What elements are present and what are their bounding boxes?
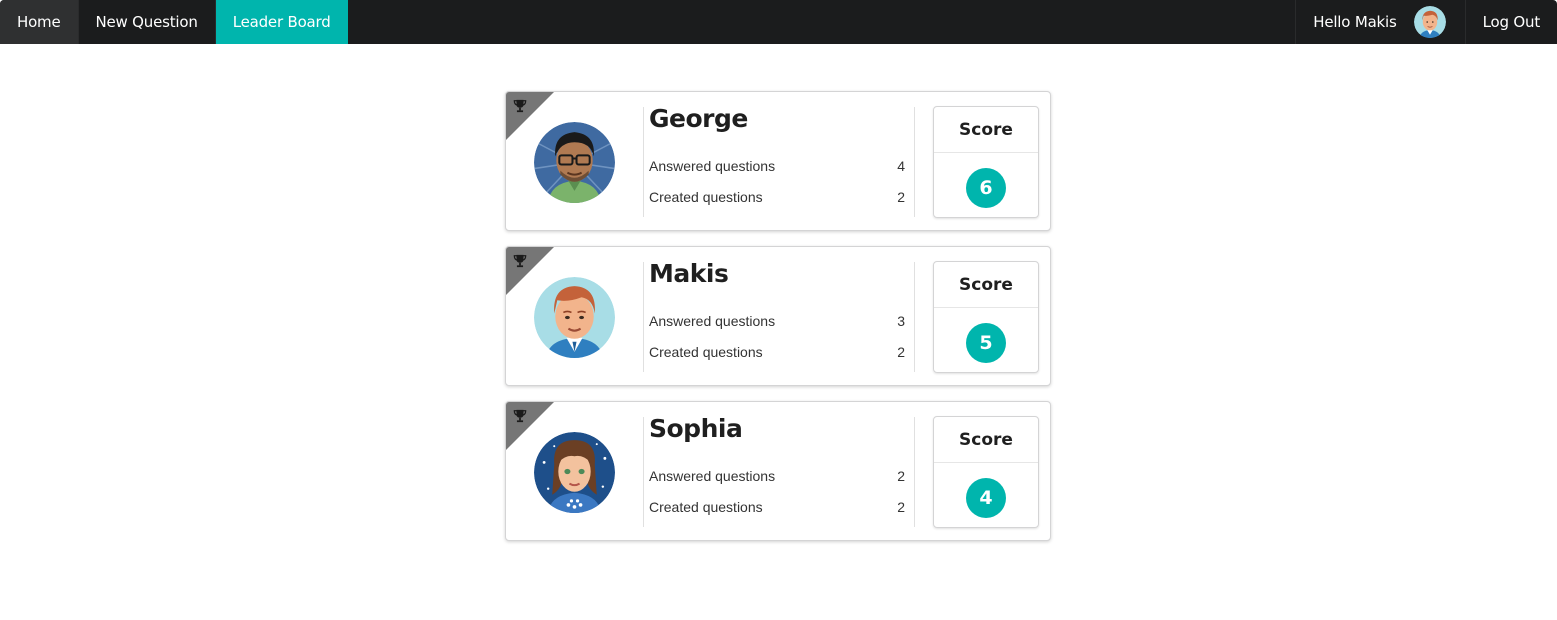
answered-questions-label: Answered questions [649,158,776,174]
created-questions-row: Created questions 2 [649,499,905,519]
created-questions-row: Created questions 2 [649,189,905,209]
man-glasses-avatar [534,122,615,203]
answered-questions-count: 3 [897,313,905,329]
score-title: Score [934,107,1038,153]
nav-leader-board[interactable]: Leader Board [215,0,348,44]
card-divider [914,262,915,372]
card-divider [643,262,644,372]
man-red-hair-avatar [534,277,615,358]
leaderboard-card: Makis Answered questions 3 Created quest… [505,246,1051,386]
score-box: Score 5 [933,261,1039,373]
answered-questions-label: Answered questions [649,468,776,484]
score-value: 4 [966,478,1006,518]
trophy-icon [513,409,527,423]
created-questions-count: 2 [897,344,905,360]
created-questions-label: Created questions [649,499,763,515]
card-divider [914,107,915,217]
answered-questions-row: Answered questions 3 [649,313,905,333]
score-box: Score 4 [933,416,1039,528]
created-questions-label: Created questions [649,344,763,360]
trophy-icon [513,254,527,268]
leaderboard-card: Sophia Answered questions 2 Created ques… [505,401,1051,541]
answered-questions-row: Answered questions 2 [649,468,905,488]
player-name: George [649,104,748,133]
card-divider [914,417,915,527]
trophy-icon [513,99,527,113]
answered-questions-label: Answered questions [649,313,776,329]
score-title: Score [934,262,1038,308]
user-avatar-image [1413,6,1446,38]
card-divider [643,417,644,527]
created-questions-count: 2 [897,189,905,205]
created-questions-row: Created questions 2 [649,344,905,364]
leaderboard: George Answered questions 4 Created ques… [505,91,1051,556]
answered-questions-row: Answered questions 4 [649,158,905,178]
user-avatar [1413,6,1449,38]
score-box: Score 6 [933,106,1039,218]
answered-questions-count: 2 [897,468,905,484]
logout-button[interactable]: Log Out [1464,0,1557,44]
leaderboard-card: George Answered questions 4 Created ques… [505,91,1051,231]
nav-home[interactable]: Home [0,0,79,44]
created-questions-count: 2 [897,499,905,515]
nav-right-group: Hello Makis Log Out [1295,0,1557,44]
score-title: Score [934,417,1038,463]
player-name: Makis [649,259,729,288]
answered-questions-count: 4 [897,158,905,174]
created-questions-label: Created questions [649,189,763,205]
score-value: 5 [966,323,1006,363]
woman-brown-hair-avatar [534,432,615,513]
user-greeting-text: Hello Makis [1313,13,1397,31]
nav-left-group: Home New Question Leader Board [0,0,348,44]
card-divider [643,107,644,217]
score-value: 6 [966,168,1006,208]
nav-new-question[interactable]: New Question [79,0,216,44]
user-greeting: Hello Makis [1295,0,1464,44]
player-name: Sophia [649,414,743,443]
top-navbar: Home New Question Leader Board Hello Mak… [0,0,1557,44]
